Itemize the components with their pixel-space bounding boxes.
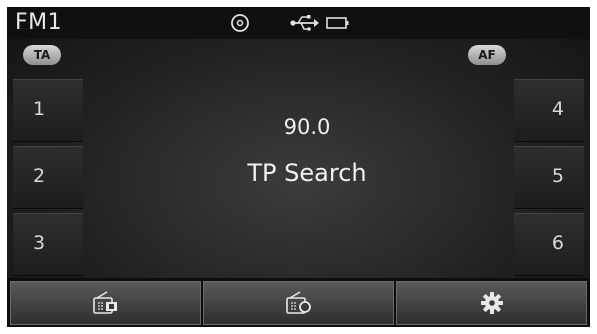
preset-label: 2 [33,165,46,187]
preset-button-2[interactable]: 2 [13,146,83,209]
battery-icon [326,17,349,29]
usb-icon [290,15,319,31]
preset-button-1[interactable]: 1 [13,79,83,142]
preset-label: 1 [33,98,46,120]
preset-button-5[interactable]: 5 [514,146,584,209]
preset-label: 4 [551,98,564,120]
station-list-button[interactable] [10,281,201,325]
softkey-bar [7,278,590,327]
gear-icon [480,292,503,314]
ta-toggle[interactable]: TA [23,45,61,65]
preset-label: 6 [551,232,564,254]
preset-button-3[interactable]: 3 [13,213,83,276]
af-toggle[interactable]: AF [468,45,506,65]
preset-label: 3 [33,232,46,254]
preset-label: 5 [551,165,564,187]
radio-scan-icon [285,291,311,314]
radio-screen: FM1 TA AF 1 2 3 4 5 6 90.0 TP Search [7,7,590,327]
scan-button[interactable] [203,281,394,325]
disc-icon [231,14,249,32]
radio-list-icon [92,291,117,314]
preset-button-4[interactable]: 4 [514,79,584,142]
tuner-status: TP Search [247,159,367,187]
frequency-display: 90.0 [283,115,331,139]
settings-button[interactable] [396,281,587,325]
preset-button-6[interactable]: 6 [514,213,584,276]
status-bar: FM1 [7,7,590,39]
band-label: FM1 [15,10,63,35]
